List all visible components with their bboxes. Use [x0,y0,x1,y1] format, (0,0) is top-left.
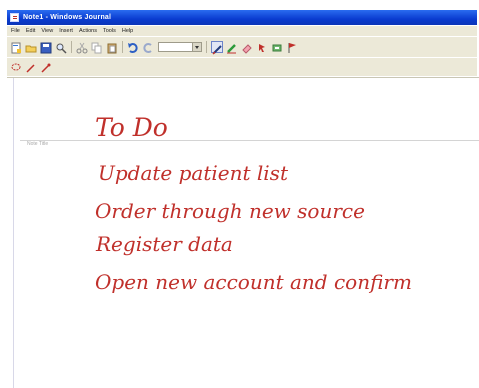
menu-tools[interactable]: Tools [103,28,116,34]
note-page[interactable]: Note Title [7,77,479,388]
find-icon[interactable] [55,41,67,54]
toolbar-separator [206,41,207,53]
menu-bar: File Edit View Insert Actions Tools Help [7,26,477,36]
paste-icon[interactable] [106,41,118,54]
menu-help[interactable]: Help [122,28,133,34]
redo-icon[interactable] [142,41,154,53]
menu-actions[interactable]: Actions [79,28,97,34]
toolbar-separator [122,41,123,53]
pen-toolbar [7,58,477,76]
open-icon[interactable] [25,41,37,53]
menu-insert[interactable]: Insert [59,28,73,34]
insert-space-icon[interactable] [271,41,283,53]
note-title-hint: Note Title [27,141,49,147]
new-note-icon[interactable] [10,41,22,54]
copy-icon[interactable] [91,41,103,54]
handwritten-line: Update patient list [98,161,288,185]
pen-tool-icon[interactable] [25,61,37,73]
lasso-icon[interactable] [10,61,22,73]
save-icon[interactable] [40,41,52,54]
menu-file[interactable]: File [11,28,20,34]
handwritten-heading: To Do [95,113,168,142]
handwritten-line: Order through new source [95,199,365,223]
page-margin-line [13,78,14,388]
menu-view[interactable]: View [41,28,53,34]
undo-icon[interactable] [127,41,139,53]
eraser-tool-icon[interactable] [40,61,52,73]
cut-icon[interactable] [76,41,88,54]
highlighter-icon[interactable] [226,41,238,54]
selection-icon[interactable] [256,41,268,53]
journal-app-icon [10,13,19,22]
handwritten-line: Open new account and confirm [95,270,412,294]
pen-icon[interactable] [211,41,223,55]
toolbar-separator [71,41,72,53]
flag-icon[interactable] [286,41,298,53]
chevron-down-icon[interactable] [192,43,201,51]
standard-toolbar [7,37,477,57]
title-bar[interactable]: Note1 - Windows Journal [7,10,477,25]
menu-edit[interactable]: Edit [26,28,35,34]
window-title: Note1 - Windows Journal [23,14,112,21]
eraser-icon[interactable] [241,41,253,54]
pen-color-dropdown[interactable] [158,42,202,52]
note-title-area[interactable] [20,92,479,141]
handwritten-line: Register data [96,232,233,256]
